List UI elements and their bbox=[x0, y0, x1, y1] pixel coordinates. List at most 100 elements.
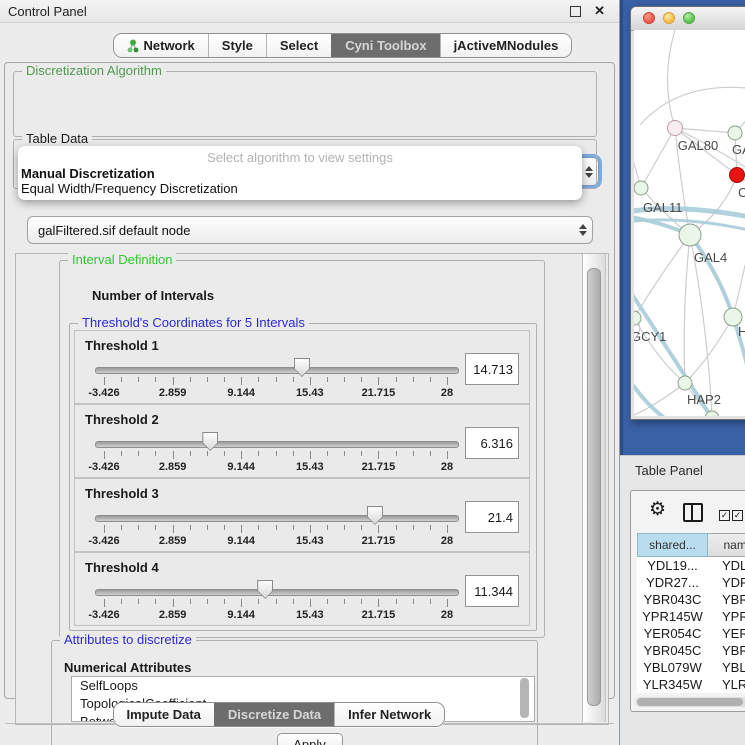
network-node-label: H bbox=[738, 324, 745, 339]
tab-label: Discretize Data bbox=[228, 707, 321, 722]
threshold-value-field[interactable]: 11.344 bbox=[465, 575, 519, 607]
checkbox-icon[interactable]: ✓ bbox=[732, 510, 743, 521]
slider-tick bbox=[121, 525, 122, 530]
table-row[interactable]: YDL19...YDL1 bbox=[637, 557, 745, 574]
table-data-combobox-value: galFiltered.sif default node bbox=[28, 223, 574, 238]
tab-network[interactable]: Network bbox=[114, 34, 208, 57]
slider-tick bbox=[155, 599, 156, 604]
slider-tick bbox=[121, 451, 122, 456]
table-row[interactable]: YPR145WYPR1 bbox=[637, 608, 745, 625]
threshold-value-field[interactable]: 6.316 bbox=[465, 427, 519, 459]
threshold-value-field[interactable]: 21.4 bbox=[465, 501, 519, 533]
network-node[interactable] bbox=[730, 168, 745, 183]
split-columns-icon[interactable] bbox=[683, 503, 703, 522]
slider-tick bbox=[327, 525, 328, 530]
slider-tick-label: 2.859 bbox=[159, 461, 187, 473]
slider-thumb[interactable] bbox=[202, 432, 218, 451]
table-panel-title: Table Panel bbox=[635, 463, 703, 478]
minimize-traffic-light-icon[interactable] bbox=[663, 12, 675, 24]
cell-name: YBR0 bbox=[708, 591, 745, 608]
slider-tick bbox=[173, 451, 174, 459]
close-traffic-light-icon[interactable] bbox=[643, 12, 655, 24]
slider-thumb[interactable] bbox=[257, 580, 273, 599]
tab-label: jActiveMNodules bbox=[454, 38, 559, 53]
slider-tick bbox=[396, 599, 397, 604]
slider-tick bbox=[430, 451, 431, 456]
cell-shared-name: YPR145W bbox=[637, 608, 708, 625]
table-row[interactable]: YBL079WYBL0 bbox=[637, 659, 745, 676]
network-node[interactable] bbox=[634, 311, 641, 325]
network-canvas[interactable]: GAL80GACGAL11GAL4GCY1HHAP2 bbox=[634, 30, 745, 416]
network-node[interactable] bbox=[728, 126, 742, 140]
attribute-list-item[interactable]: SelfLoops bbox=[72, 677, 534, 695]
slider-track[interactable] bbox=[95, 441, 459, 448]
threshold-box-1: Threshold 1-3.4262.8599.14415.4321.71528… bbox=[74, 330, 530, 404]
close-icon[interactable]: ✕ bbox=[594, 3, 605, 19]
slider-thumb[interactable] bbox=[294, 358, 310, 377]
tab-cyni-toolbox[interactable]: Cyni Toolbox bbox=[331, 34, 439, 57]
network-edge bbox=[640, 87, 745, 125]
slider-tick bbox=[190, 525, 191, 530]
slider-tick bbox=[104, 377, 105, 385]
slider-tick bbox=[241, 451, 242, 459]
network-icon bbox=[127, 39, 139, 53]
slider-tick-label: 21.715 bbox=[362, 609, 396, 621]
cell-shared-name: YBR043C bbox=[637, 591, 708, 608]
table-toolbar: ⚙ ✓ ✓ bbox=[631, 491, 745, 531]
table-hscrollbar-thumb[interactable] bbox=[637, 698, 743, 706]
slider-tick bbox=[413, 525, 414, 530]
slider-tick bbox=[155, 451, 156, 456]
tab-select[interactable]: Select bbox=[266, 34, 331, 57]
threshold-value-field[interactable]: 14.713 bbox=[465, 353, 519, 385]
slider-thumb[interactable] bbox=[367, 506, 383, 525]
slider-tick bbox=[173, 525, 174, 533]
tab-impute-data[interactable]: Impute Data bbox=[114, 703, 214, 726]
tab-style[interactable]: Style bbox=[208, 34, 266, 57]
slider-track[interactable] bbox=[95, 515, 459, 522]
slider-track[interactable] bbox=[95, 589, 459, 596]
apply-button[interactable]: Apply bbox=[277, 733, 343, 745]
cyni-toolbox-panel: Discretization Algorithm Select algorith… bbox=[4, 62, 615, 699]
table-row[interactable]: YER054CYER0 bbox=[637, 625, 745, 642]
slider-tick bbox=[344, 377, 345, 382]
tab-infer-network[interactable]: Infer Network bbox=[334, 703, 444, 726]
table-data-combobox[interactable]: galFiltered.sif default node bbox=[27, 216, 593, 244]
checkbox-icon[interactable]: ✓ bbox=[719, 510, 730, 521]
network-node[interactable] bbox=[678, 376, 692, 390]
network-window-titlebar[interactable] bbox=[631, 7, 745, 31]
table-row[interactable]: YBR043CYBR0 bbox=[637, 591, 745, 608]
control-panel-window: Control Panel ✕ NetworkStyleSelectCyni T… bbox=[0, 0, 620, 745]
column-header-name[interactable]: name bbox=[708, 533, 745, 557]
tab-discretize-data[interactable]: Discretize Data bbox=[214, 703, 334, 726]
tab-jactivemnodules[interactable]: jActiveMNodules bbox=[440, 34, 572, 57]
slider-tick-label: 28 bbox=[441, 461, 453, 473]
slider-tick-label: 15.43 bbox=[296, 535, 324, 547]
table-row[interactable]: YLR345WYLR3 bbox=[637, 676, 745, 693]
dropdown-option-manual[interactable]: Manual Discretization bbox=[18, 166, 582, 181]
float-window-icon[interactable] bbox=[570, 6, 581, 17]
attributes-list-scrollbar[interactable] bbox=[520, 678, 529, 718]
settings-scrollbar-track[interactable] bbox=[582, 254, 606, 722]
column-header-shared-[interactable]: shared... bbox=[637, 533, 708, 557]
gear-icon[interactable]: ⚙ bbox=[649, 499, 666, 521]
slider-tick bbox=[430, 377, 431, 382]
slider-tick bbox=[310, 599, 311, 607]
dropdown-placeholder-item[interactable]: Select algorithm to view settings bbox=[18, 150, 582, 166]
network-node[interactable] bbox=[634, 181, 648, 195]
table-row[interactable]: YBR045CYBR0 bbox=[637, 642, 745, 659]
slider-tick bbox=[121, 599, 122, 604]
zoom-traffic-light-icon[interactable] bbox=[683, 12, 695, 24]
settings-scrollbar-thumb[interactable] bbox=[587, 268, 601, 706]
dropdown-option-equal-width[interactable]: Equal Width/Frequency Discretization bbox=[18, 181, 582, 196]
table-row[interactable]: YDR27...YDR2 bbox=[637, 574, 745, 591]
slider-track[interactable] bbox=[95, 367, 459, 374]
slider-tick bbox=[378, 525, 379, 533]
table-hscrollbar-track[interactable] bbox=[635, 697, 745, 707]
slider-tick bbox=[310, 377, 311, 385]
thresholds-group-title: Threshold's Coordinates for 5 Intervals bbox=[78, 316, 309, 330]
network-node[interactable] bbox=[668, 121, 683, 136]
network-node[interactable] bbox=[679, 224, 701, 246]
network-edge bbox=[634, 318, 685, 383]
slider-tick-label: 9.144 bbox=[227, 461, 255, 473]
cell-name: YDL1 bbox=[708, 557, 745, 574]
